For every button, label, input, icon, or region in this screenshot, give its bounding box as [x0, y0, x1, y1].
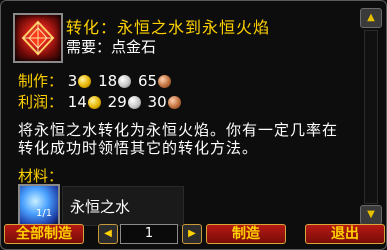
scrollbar[interactable]: ▲ ▼: [360, 8, 382, 225]
fire-gem-icon: [21, 20, 55, 56]
create-button[interactable]: 制造: [206, 224, 286, 244]
copper-coin-icon: [167, 96, 181, 109]
cost-copper: 65: [138, 72, 158, 90]
profit-label: 利润：: [18, 93, 64, 111]
material-count: 1/1: [36, 208, 53, 219]
profit-silver: 29: [107, 93, 127, 111]
scroll-up-button[interactable]: ▲: [360, 8, 382, 28]
cost-row: 制作： 3 18 65: [18, 70, 173, 90]
profit-gold: 14: [67, 93, 87, 111]
gold-coin-icon: [87, 96, 101, 109]
recipe-icon[interactable]: [13, 13, 63, 63]
exit-button[interactable]: 退出: [305, 224, 385, 244]
silver-coin-icon: [118, 75, 132, 88]
recipe-title: 转化：永恒之水到永恒火焰: [66, 18, 271, 37]
profit-row: 利润： 14 29 30: [18, 91, 183, 111]
silver-coin-icon: [127, 96, 141, 109]
cost-gold: 3: [67, 72, 78, 90]
gold-coin-icon: [78, 75, 92, 88]
quantity-input[interactable]: 1: [120, 224, 178, 244]
cost-label: 制作：: [18, 72, 64, 90]
decrement-button[interactable]: ◀: [98, 224, 118, 244]
profit-copper: 30: [147, 93, 167, 111]
action-bar: 全部制造 ◀ 1 ▶ 制造 退出: [0, 220, 387, 250]
copper-coin-icon: [158, 75, 172, 88]
material-name: 永恒之水: [70, 198, 131, 216]
recipe-description: 将永恒之水转化为永恒火焰。你有一定几率在转化成功时领悟其它的转化方法。: [18, 121, 339, 157]
create-all-button[interactable]: 全部制造: [4, 224, 84, 244]
recipe-content: 转化：永恒之水到永恒火焰 需要：点金石 制作： 3 18 65 利润： 14 2…: [8, 8, 358, 226]
increment-button[interactable]: ▶: [182, 224, 202, 244]
recipe-requirement: 需要：点金石: [66, 38, 157, 56]
cost-silver: 18: [98, 72, 118, 90]
scroll-track[interactable]: [364, 30, 378, 204]
materials-label: 材料：: [18, 167, 64, 185]
